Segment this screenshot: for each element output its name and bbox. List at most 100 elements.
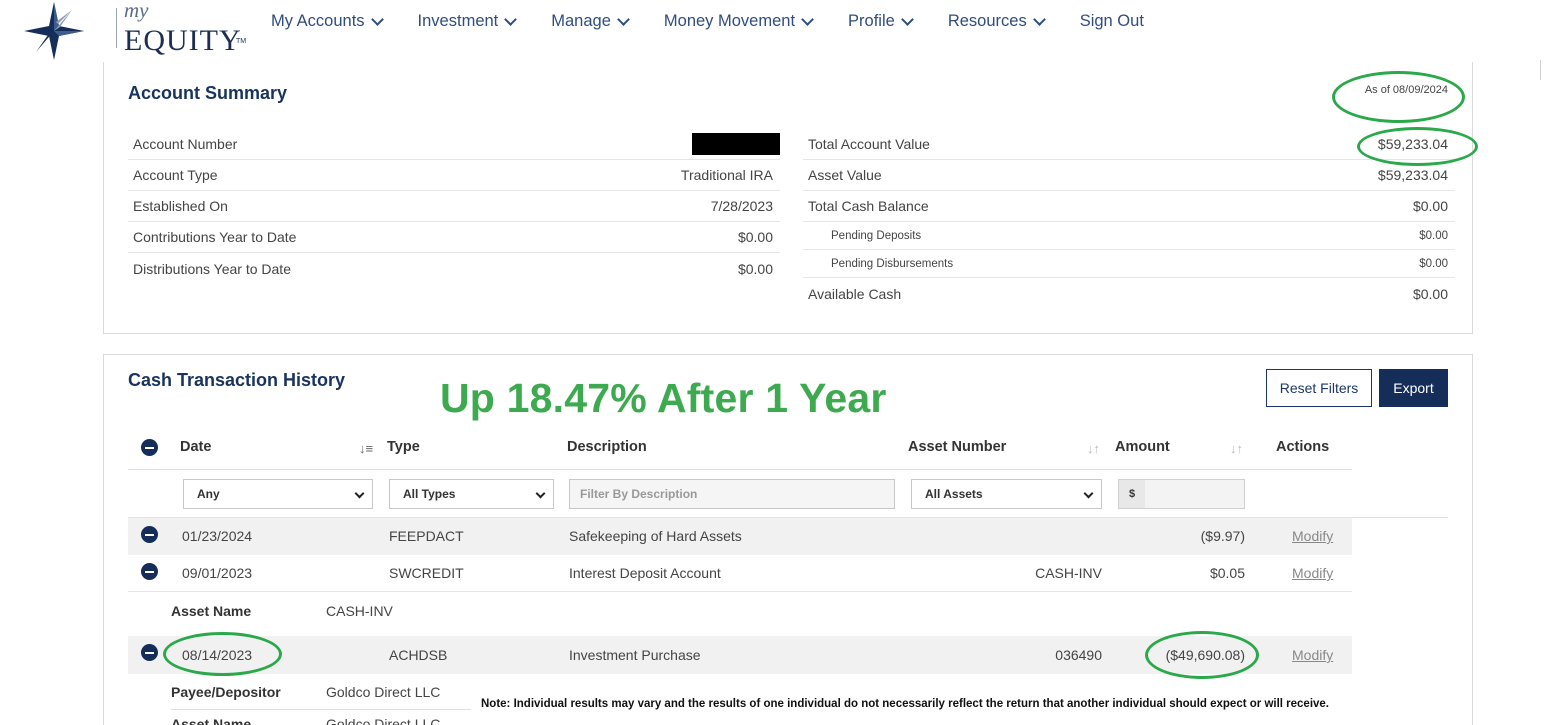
chevron-down-icon: [900, 12, 914, 26]
summary-row-pending-disbursements: Pending Disbursements $0.00: [803, 250, 1455, 278]
highlight-circle-purchase-date: [163, 632, 282, 676]
summary-value: $0.00: [1412, 285, 1448, 302]
column-header-description[interactable]: Description: [567, 439, 647, 455]
nav-sign-out[interactable]: Sign Out: [1080, 12, 1144, 31]
column-header-type[interactable]: Type: [387, 439, 420, 455]
disclaimer-note: Note: Individual results may vary and th…: [481, 698, 1330, 710]
sort-icon[interactable]: ↓↑: [1087, 441, 1100, 456]
chevron-down-icon: [617, 12, 630, 26]
summary-label: Established On: [133, 198, 228, 214]
redacted-account-number: [692, 133, 780, 155]
modify-link[interactable]: Modify: [1292, 647, 1333, 663]
cell-amount: $0.05: [1209, 565, 1245, 581]
nav-label: Investment: [417, 12, 499, 30]
main-nav: My Accounts Investment Manage Money Move…: [271, 12, 1180, 31]
nav-label: Sign Out: [1079, 12, 1144, 30]
nav-label: Resources: [947, 12, 1027, 30]
nav-my-accounts[interactable]: My Accounts: [271, 12, 384, 31]
export-button[interactable]: Export: [1379, 369, 1448, 407]
chevron-down-icon: [504, 12, 518, 26]
column-header-date[interactable]: Date: [180, 439, 211, 455]
logo-divider: [116, 8, 117, 48]
summary-label: Total Cash Balance: [808, 198, 929, 214]
cell-description: Interest Deposit Account: [569, 565, 721, 581]
detail-label-asset-name-2: Asset Name: [171, 716, 252, 725]
summary-label: Total Account Value: [808, 136, 930, 152]
nav-money-movement[interactable]: Money Movement: [663, 12, 814, 31]
cell-type: FEEPDACT: [389, 528, 464, 544]
sort-icon[interactable]: ↓↑: [1230, 441, 1243, 456]
summary-label: Asset Value: [808, 167, 882, 183]
detail-label-payee: Payee/Depositor: [171, 684, 281, 700]
cell-type: SWCREDIT: [389, 565, 464, 581]
summary-value: $0.00: [737, 260, 773, 277]
cash-transaction-history-title: Cash Transaction History: [128, 370, 346, 390]
sort-desc-icon[interactable]: ↓≡: [359, 441, 373, 456]
summary-row-distributions-ytd: Distributions Year to Date $0.00: [128, 253, 780, 284]
column-header-amount[interactable]: Amount: [1115, 439, 1170, 455]
collapse-row-icon[interactable]: [141, 644, 158, 661]
summary-row-total-cash-balance: Total Cash Balance $0.00: [803, 191, 1455, 222]
date-filter-value: Any: [197, 487, 220, 501]
summary-label: Pending Deposits: [831, 229, 922, 242]
highlight-circle-total-value: [1357, 127, 1478, 166]
cell-date: 09/01/2023: [182, 565, 253, 581]
chevron-down-icon: [354, 488, 365, 499]
summary-label: Account Type: [133, 167, 218, 183]
cell-date: 01/23/2024: [182, 528, 253, 544]
detail-value-asset-name-2: Goldco Direct LLC: [326, 716, 441, 725]
asset-filter-select[interactable]: All Assets: [911, 479, 1102, 509]
summary-value: $0.00: [1419, 257, 1448, 270]
reset-filters-button[interactable]: Reset Filters: [1266, 369, 1372, 407]
summary-label: Available Cash: [808, 285, 902, 302]
summary-value: $0.00: [1412, 198, 1448, 214]
logo-equity-text: EQUITY: [124, 24, 242, 57]
currency-prefix: $: [1118, 479, 1146, 509]
summary-row-contributions-ytd: Contributions Year to Date $0.00: [128, 222, 780, 253]
collapse-all-icon[interactable]: [141, 439, 158, 456]
nav-resources[interactable]: Resources: [947, 12, 1046, 31]
summary-value: $59,233.04: [1377, 167, 1448, 183]
modify-link[interactable]: Modify: [1292, 528, 1333, 544]
chevron-down-icon: [535, 488, 546, 499]
myequity-logo[interactable]: my EQUITY TM: [22, 0, 246, 62]
chevron-down-icon: [370, 12, 384, 26]
nav-label: Manage: [551, 12, 611, 30]
summary-value: Traditional IRA: [680, 167, 773, 183]
compass-star-icon: [24, 2, 84, 60]
amount-filter-input[interactable]: [1145, 479, 1245, 509]
summary-label: Contributions Year to Date: [133, 229, 297, 245]
summary-value: 7/28/2023: [710, 198, 773, 214]
collapse-row-icon[interactable]: [141, 526, 158, 543]
date-filter-select[interactable]: Any: [183, 479, 373, 509]
summary-row-account-type: Account Type Traditional IRA: [128, 160, 780, 191]
cell-amount: ($9.97): [1200, 528, 1245, 544]
type-filter-value: All Types: [403, 487, 456, 501]
chevron-down-icon: [1032, 12, 1046, 26]
modify-link[interactable]: Modify: [1292, 565, 1333, 581]
detail-divider: [171, 709, 471, 710]
account-summary-title: Account Summary: [128, 83, 288, 103]
header-divider: [128, 469, 1352, 470]
cell-type: ACHDSB: [389, 647, 448, 663]
summary-value: $0.00: [737, 229, 773, 245]
nav-manage[interactable]: Manage: [551, 12, 630, 31]
column-header-asset-number[interactable]: Asset Number: [908, 439, 1006, 455]
collapse-row-icon[interactable]: [141, 563, 158, 580]
type-filter-select[interactable]: All Types: [389, 479, 554, 509]
asset-filter-value: All Assets: [925, 487, 983, 501]
summary-row-pending-deposits: Pending Deposits $0.00: [803, 222, 1455, 250]
summary-row-available-cash: Available Cash $0.00: [803, 278, 1455, 309]
highlight-circle-purchase-amount: [1145, 631, 1259, 679]
summary-label: Distributions Year to Date: [133, 260, 291, 277]
scrollbar-edge: [1540, 60, 1541, 80]
table-row: 09/01/2023 SWCREDIT Interest Deposit Acc…: [128, 555, 1352, 592]
detail-value-asset-name: CASH-INV: [326, 603, 393, 619]
nav-investment[interactable]: Investment: [417, 12, 518, 31]
nav-label: Money Movement: [663, 12, 796, 30]
nav-profile[interactable]: Profile: [848, 12, 914, 31]
description-filter-input[interactable]: Filter By Description: [569, 479, 895, 509]
cell-description: Safekeeping of Hard Assets: [569, 528, 742, 544]
summary-label: Pending Disbursements: [831, 257, 954, 270]
table-row: 01/23/2024 FEEPDACT Safekeeping of Hard …: [128, 518, 1352, 555]
